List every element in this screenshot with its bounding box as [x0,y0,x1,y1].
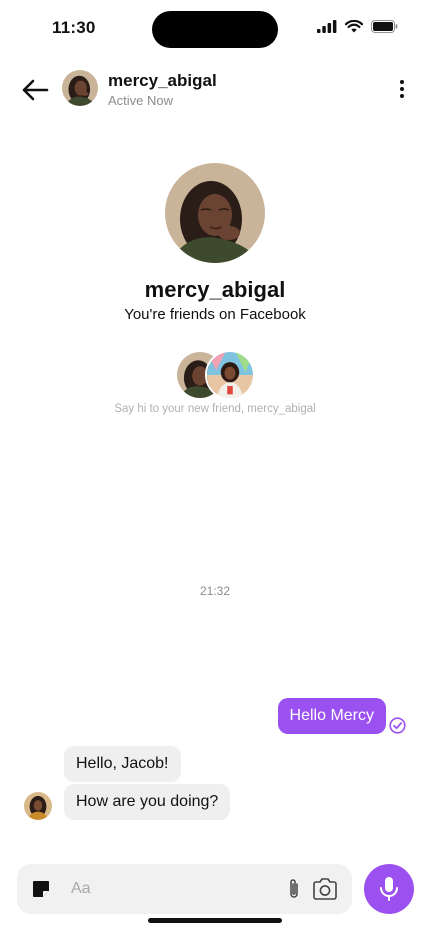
back-button[interactable] [20,75,50,105]
profile-avatar[interactable] [165,163,265,263]
user-avatar [205,350,255,400]
avatar-photo [165,163,265,263]
status-time: 11:30 [52,18,96,37]
profile-name: mercy_abigal [144,277,286,302]
sticker-icon[interactable] [31,879,51,899]
sender-avatar[interactable] [24,792,52,820]
camera-icon[interactable] [312,877,338,901]
chat-header: mercy_abigal Active Now [0,62,430,116]
battery-icon [371,20,398,33]
friend-avatars [175,350,257,400]
status-icons [317,20,398,33]
message-input[interactable]: Aa [71,880,91,898]
microphone-button[interactable] [364,864,414,914]
more-vertical-icon[interactable] [392,76,412,102]
incoming-message[interactable]: How are you doing? [64,784,231,820]
incoming-message[interactable]: Hello, Jacob! [64,746,181,782]
header-avatar[interactable] [62,70,98,106]
message-composer: Aa [17,864,352,914]
outgoing-message[interactable]: Hello Mercy [277,698,386,734]
avatar-photo [24,792,52,820]
back-arrow-icon [22,79,49,101]
avatar-photo [62,70,98,106]
message-timestamp: 21:32 [199,584,231,598]
seen-check-icon [389,717,406,734]
signal-icon [317,20,337,33]
status-bar: 11:30 [0,0,430,56]
header-contact-name[interactable]: mercy_abigal [108,71,217,91]
friendship-status: You're friends on Facebook [124,306,306,323]
paperclip-icon[interactable] [286,877,302,901]
dynamic-island [152,11,278,48]
avatar-photo [207,352,253,398]
new-friend-hint: Say hi to your new friend, mercy_abigal [114,403,316,415]
header-active-status: Active Now [108,93,174,108]
wifi-icon [345,20,363,33]
microphone-icon [380,877,398,901]
home-indicator [148,918,282,923]
